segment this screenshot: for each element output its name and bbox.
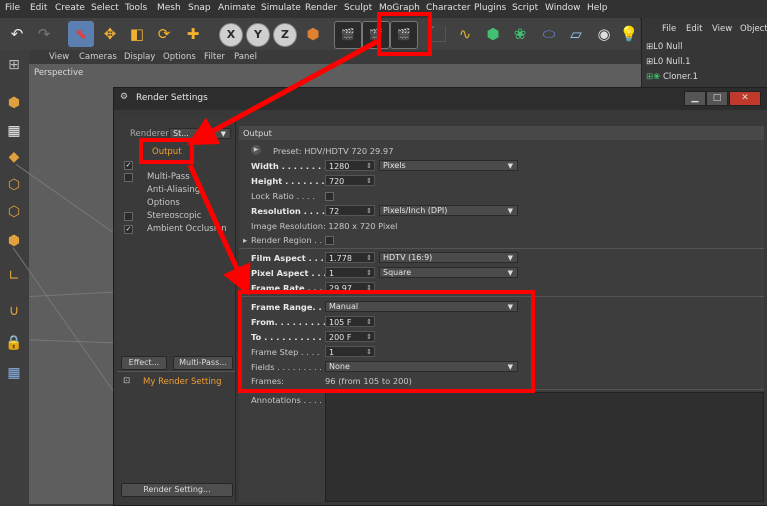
arrow-to-output	[186, 37, 382, 146]
arrow-to-frame-range	[187, 163, 251, 296]
annotation-arrows	[186, 37, 382, 296]
